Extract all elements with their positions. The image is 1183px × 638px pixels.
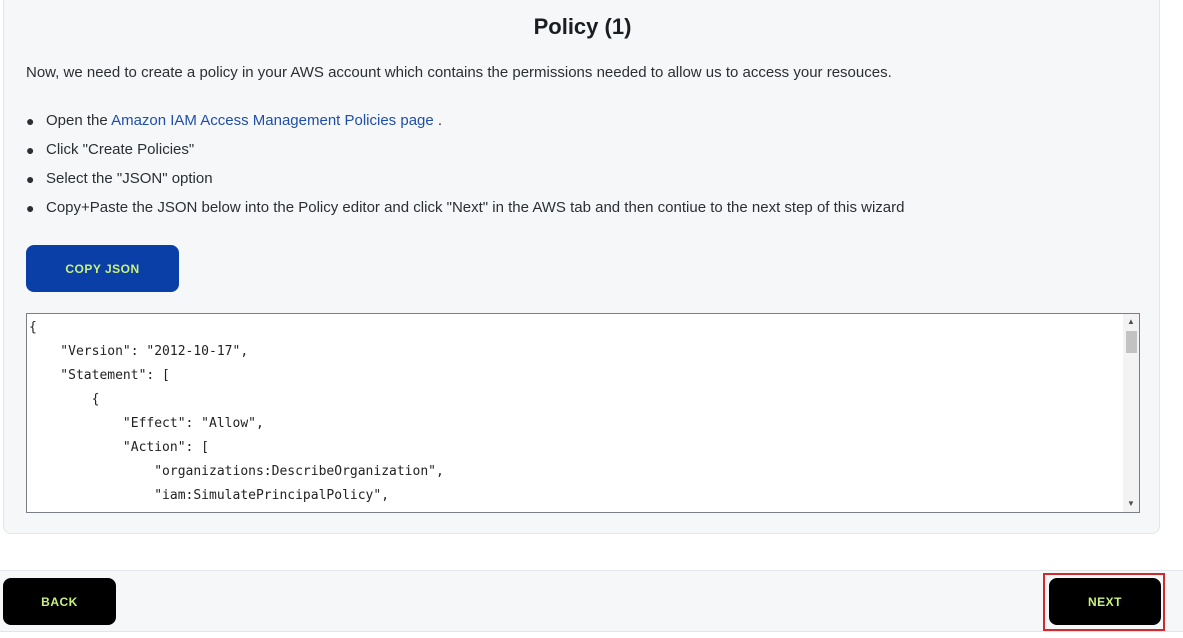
list-item: ● Select the "JSON" option bbox=[26, 166, 904, 195]
next-button[interactable]: NEXT bbox=[1049, 578, 1161, 625]
step-text: Click "Create Policies" bbox=[46, 141, 195, 158]
json-line: "Version": "2012-10-17", bbox=[29, 344, 249, 359]
json-text[interactable]: { "Version": "2012-10-17", "Statement": … bbox=[29, 316, 444, 508]
json-line: { bbox=[29, 320, 37, 335]
bullet-icon: ● bbox=[26, 142, 35, 158]
scroll-thumb[interactable] bbox=[1126, 331, 1137, 353]
step-text: Select the "JSON" option bbox=[46, 170, 213, 187]
iam-policies-link[interactable]: Amazon IAM Access Management Policies pa… bbox=[111, 112, 434, 129]
json-line: { bbox=[29, 392, 100, 407]
page-title: Policy (1) bbox=[533, 14, 632, 39]
wizard-footer bbox=[0, 570, 1183, 632]
steps-list: ● Open the Amazon IAM Access Management … bbox=[26, 108, 904, 224]
step-suffix: . bbox=[433, 112, 443, 129]
json-editor[interactable]: { "Version": "2012-10-17", "Statement": … bbox=[26, 313, 1140, 513]
json-line: "iam:SimulatePrincipalPolicy", bbox=[29, 488, 390, 503]
vertical-scrollbar[interactable]: ▲ ▼ bbox=[1123, 314, 1139, 512]
copy-json-button[interactable]: COPY JSON bbox=[26, 245, 179, 292]
back-button[interactable]: BACK bbox=[3, 578, 116, 625]
step-text: Copy+Paste the JSON below into the Polic… bbox=[46, 199, 905, 216]
scroll-up-arrow-icon[interactable]: ▲ bbox=[1123, 315, 1139, 329]
policy-card: Policy (1) Now, we need to create a poli… bbox=[3, 0, 1160, 534]
bullet-icon: ● bbox=[26, 113, 35, 129]
scroll-down-arrow-icon[interactable]: ▼ bbox=[1123, 497, 1139, 511]
list-item: ● Copy+Paste the JSON below into the Pol… bbox=[26, 195, 904, 224]
bullet-icon: ● bbox=[26, 171, 35, 187]
intro-text: Now, we need to create a policy in your … bbox=[26, 64, 892, 81]
json-line: "Action": [ bbox=[29, 440, 210, 455]
json-line: "Statement": [ bbox=[29, 368, 170, 383]
bullet-icon: ● bbox=[26, 200, 35, 216]
list-item: ● Click "Create Policies" bbox=[26, 137, 904, 166]
json-line: "organizations:DescribeOrganization", bbox=[29, 464, 444, 479]
json-line: "Effect": "Allow", bbox=[29, 416, 264, 431]
list-item: ● Open the Amazon IAM Access Management … bbox=[26, 108, 904, 137]
step-prefix: Open the bbox=[46, 112, 112, 129]
